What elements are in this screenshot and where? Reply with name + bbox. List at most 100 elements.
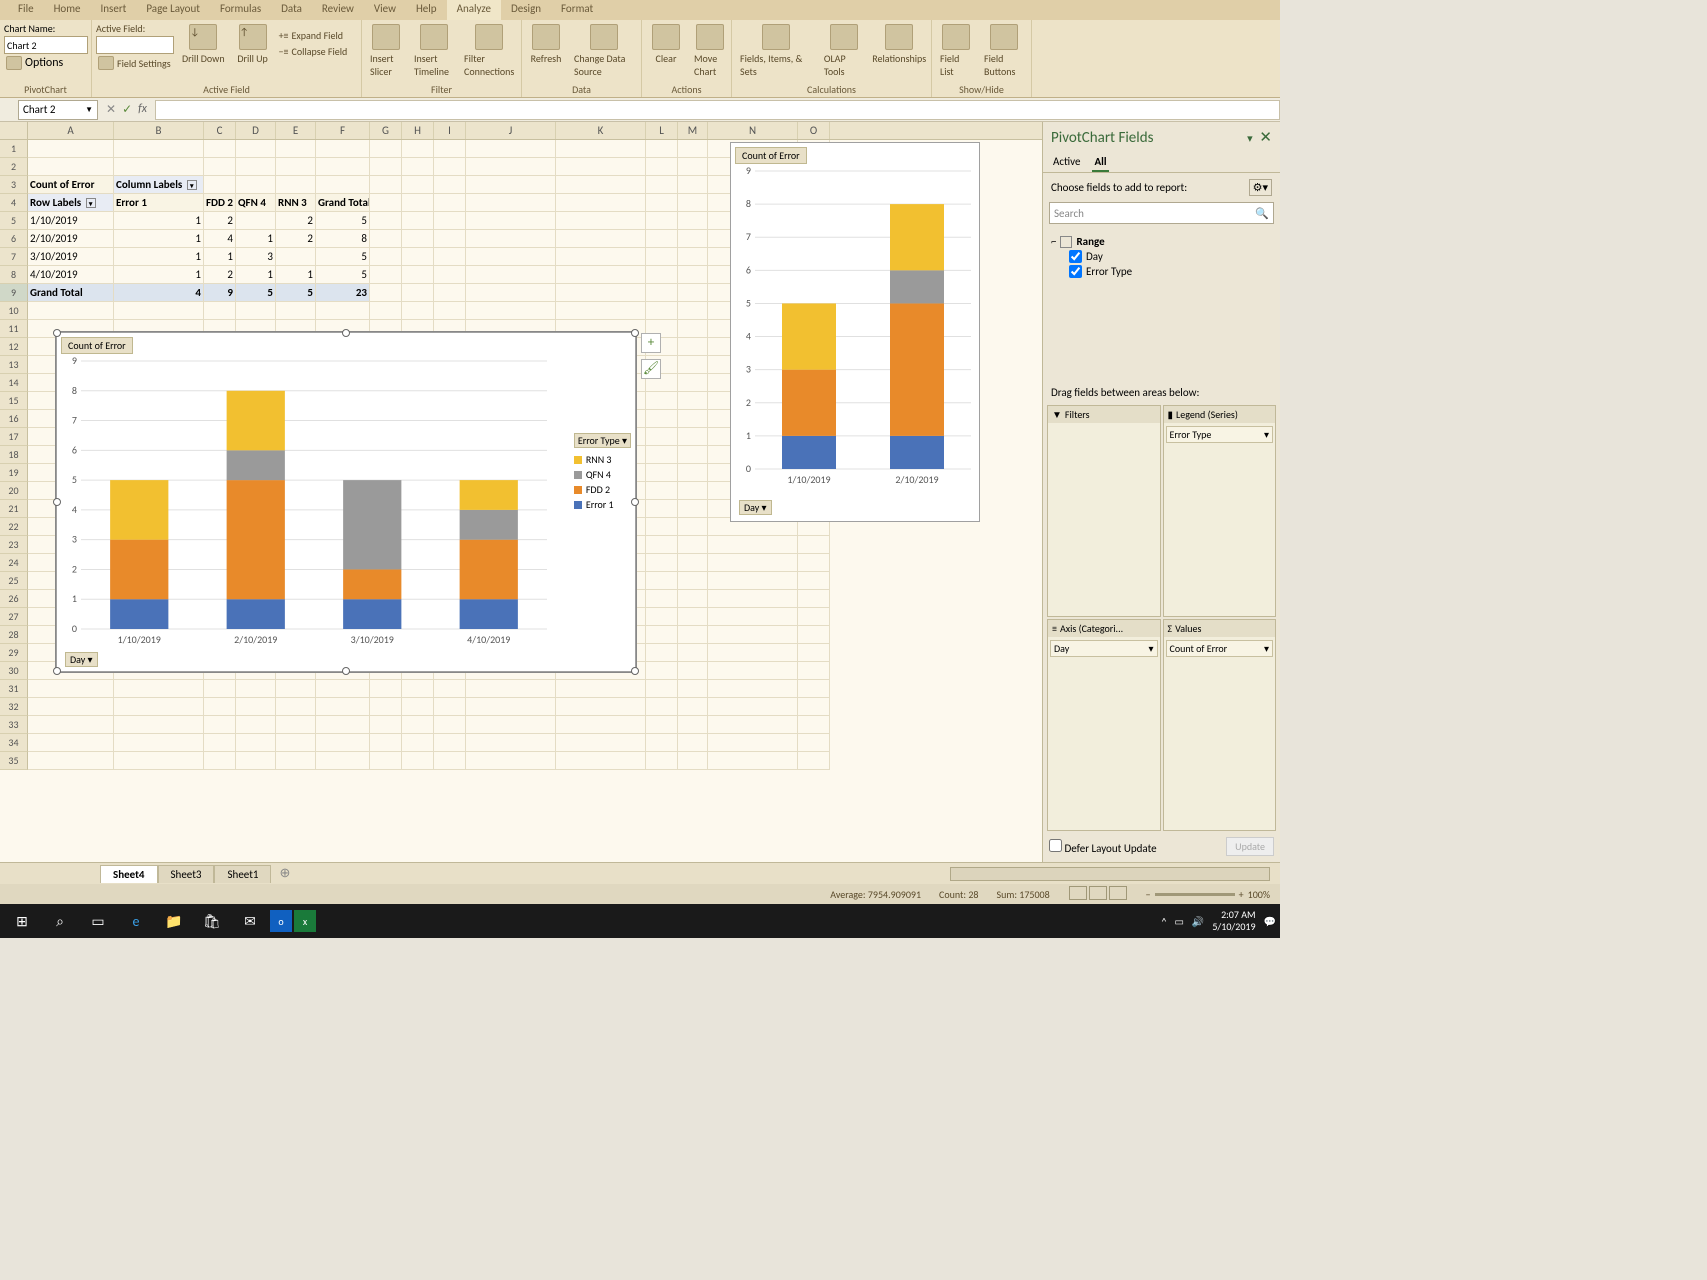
cell-E32[interactable]	[276, 698, 316, 716]
cell-L27[interactable]	[646, 608, 678, 626]
cell-C8[interactable]: 2	[204, 266, 236, 284]
cell-E5[interactable]: 2	[276, 212, 316, 230]
col-header-A[interactable]: A	[28, 122, 114, 139]
cell-M6[interactable]	[678, 230, 708, 248]
cell-D32[interactable]	[236, 698, 276, 716]
cell-B35[interactable]	[114, 752, 204, 770]
cell-N31[interactable]	[708, 680, 798, 698]
row-header-4[interactable]: 4	[0, 194, 28, 212]
cell-H32[interactable]	[402, 698, 434, 716]
cell-F6[interactable]: 8	[316, 230, 370, 248]
excel-icon[interactable]: x	[294, 910, 316, 932]
col-header-I[interactable]: I	[434, 122, 466, 139]
cell-B2[interactable]	[114, 158, 204, 176]
cell-M20[interactable]	[678, 482, 708, 500]
cell-L7[interactable]	[646, 248, 678, 266]
cell-B5[interactable]: 1	[114, 212, 204, 230]
cell-H8[interactable]	[402, 266, 434, 284]
tray-display-icon[interactable]: ▭	[1174, 915, 1183, 928]
cell-G33[interactable]	[370, 716, 402, 734]
ribbon-tab-help[interactable]: Help	[406, 0, 447, 20]
cell-D10[interactable]	[236, 302, 276, 320]
cell-H33[interactable]	[402, 716, 434, 734]
cell-K8[interactable]	[556, 266, 646, 284]
cell-D31[interactable]	[236, 680, 276, 698]
select-all-button[interactable]	[0, 122, 28, 139]
row-header-5[interactable]: 5	[0, 212, 28, 230]
cell-A4[interactable]: Row Labels ▾	[28, 194, 114, 212]
update-button[interactable]: Update	[1226, 837, 1274, 856]
clear-button[interactable]: Clear	[646, 22, 686, 67]
cell-H9[interactable]	[402, 284, 434, 302]
cell-C7[interactable]: 1	[204, 248, 236, 266]
cell-I31[interactable]	[434, 680, 466, 698]
cell-A7[interactable]: 3/10/2019	[28, 248, 114, 266]
cell-K4[interactable]	[556, 194, 646, 212]
cell-N24[interactable]	[708, 554, 798, 572]
row-header-35[interactable]: 35	[0, 752, 28, 770]
row-header-14[interactable]: 14	[0, 374, 28, 392]
cell-B1[interactable]	[114, 140, 204, 158]
cell-D33[interactable]	[236, 716, 276, 734]
fx-icon[interactable]: fx	[138, 102, 147, 117]
cell-F8[interactable]: 5	[316, 266, 370, 284]
cell-H2[interactable]	[402, 158, 434, 176]
cell-A10[interactable]	[28, 302, 114, 320]
col-header-M[interactable]: M	[678, 122, 708, 139]
row-header-6[interactable]: 6	[0, 230, 28, 248]
cell-I6[interactable]	[434, 230, 466, 248]
fields-items-sets-button[interactable]: Fields, Items, & Sets	[736, 22, 816, 80]
cell-E2[interactable]	[276, 158, 316, 176]
cell-B3[interactable]: Column Labels ▾	[114, 176, 204, 194]
ribbon-tab-view[interactable]: View	[364, 0, 406, 20]
cell-L19[interactable]	[646, 464, 678, 482]
cell-O32[interactable]	[798, 698, 830, 716]
cell-O28[interactable]	[798, 626, 830, 644]
cell-J35[interactable]	[466, 752, 556, 770]
cell-K5[interactable]	[556, 212, 646, 230]
active-field-input[interactable]	[96, 36, 174, 54]
cell-M17[interactable]	[678, 428, 708, 446]
pivot-chart-small[interactable]: Count of Error 01234567891/10/20192/10/2…	[730, 142, 980, 522]
cell-K10[interactable]	[556, 302, 646, 320]
cell-M32[interactable]	[678, 698, 708, 716]
col-header-K[interactable]: K	[556, 122, 646, 139]
row-header-1[interactable]: 1	[0, 140, 28, 158]
col-header-E[interactable]: E	[276, 122, 316, 139]
cell-I33[interactable]	[434, 716, 466, 734]
cell-O31[interactable]	[798, 680, 830, 698]
cell-F1[interactable]	[316, 140, 370, 158]
cell-M14[interactable]	[678, 374, 708, 392]
cell-B9[interactable]: 4	[114, 284, 204, 302]
sheet-tab-sheet3[interactable]: Sheet3	[158, 865, 215, 883]
insert-timeline-button[interactable]: Insert Timeline	[410, 22, 457, 80]
cell-L22[interactable]	[646, 518, 678, 536]
cell-O33[interactable]	[798, 716, 830, 734]
area-legend[interactable]: ▮Legend (Series) Error Type▾	[1163, 405, 1277, 617]
row-header-23[interactable]: 23	[0, 536, 28, 554]
cell-H7[interactable]	[402, 248, 434, 266]
col-header-F[interactable]: F	[316, 122, 370, 139]
cell-H34[interactable]	[402, 734, 434, 752]
cell-B7[interactable]: 1	[114, 248, 204, 266]
cell-D9[interactable]: 5	[236, 284, 276, 302]
cell-G34[interactable]	[370, 734, 402, 752]
cell-C5[interactable]: 2	[204, 212, 236, 230]
cell-L35[interactable]	[646, 752, 678, 770]
cell-G2[interactable]	[370, 158, 402, 176]
cell-B10[interactable]	[114, 302, 204, 320]
cell-N32[interactable]	[708, 698, 798, 716]
search-button[interactable]: ⌕	[42, 906, 78, 936]
zoom-slider[interactable]	[1155, 893, 1235, 896]
row-header-19[interactable]: 19	[0, 464, 28, 482]
start-button[interactable]: ⊞	[4, 906, 40, 936]
cell-L20[interactable]	[646, 482, 678, 500]
cell-L1[interactable]	[646, 140, 678, 158]
cell-N26[interactable]	[708, 590, 798, 608]
cell-J33[interactable]	[466, 716, 556, 734]
cell-H3[interactable]	[402, 176, 434, 194]
tray-chevron-icon[interactable]: ^	[1161, 915, 1166, 928]
file-explorer-icon[interactable]: 📁	[156, 906, 192, 936]
cell-M2[interactable]	[678, 158, 708, 176]
formula-input[interactable]	[155, 100, 1280, 120]
